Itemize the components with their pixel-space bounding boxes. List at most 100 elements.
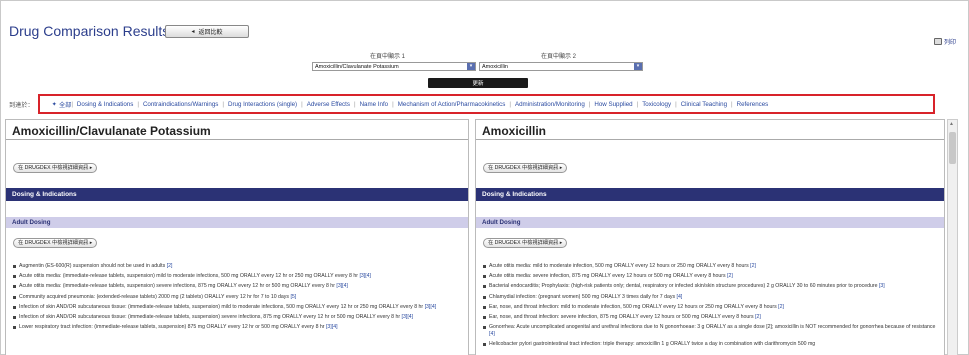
bullet-square-icon [13,265,16,268]
dosing-text: Helicobacter pylori gastrointestinal tra… [489,341,815,348]
dosing-text-body: Lower respiratory tract infection: (imme… [19,324,325,331]
dosing-text-body: Ear, nose, and throat infection: severe … [489,313,754,320]
bullet-square-icon [483,305,486,309]
dosing-text-body: Acute otitis media: (immediate-release t… [19,273,358,280]
dosing-bullet: Augmentin (ES-600(R) suspension should n… [13,263,462,270]
dosing-bullet: Acute otitis media: mild to moderate inf… [483,263,938,270]
reference-link[interactable]: [4] [677,294,683,300]
dosing-bullet: Infection of skin AND/OR subcutaneous ti… [13,304,462,311]
dosing-text: Lower respiratory tract infection: (imme… [19,324,338,331]
dosing-text: Acute otitis media: (immediate-release t… [19,283,348,290]
nav-label: 到達於： [9,101,34,109]
bullet-square-icon [13,295,16,299]
printer-icon [933,38,942,45]
reference-link[interactable]: [2] [727,273,733,279]
dosing-text-body: Community acquired pneumonia: (extended-… [19,293,289,300]
chevron-down-icon: ▾ [634,63,642,70]
reference-link[interactable]: [3][4] [336,283,348,289]
reference-link[interactable]: [3][4] [402,314,414,320]
drug-select-2[interactable]: Amoxicillin ▾ [479,62,643,71]
reference-link[interactable]: [2] [750,263,756,269]
dosing-bullet: Community acquired pneumonia: (extended-… [13,294,462,301]
right-drugdex-detail-button[interactable]: 在 DRUGDEX 中檢視詳細資訊 ▸ [483,162,568,173]
dosing-text-body: Infection of skin AND/OR subcutaneous ti… [19,303,424,310]
bullet-square-icon [13,285,16,289]
dosing-text: Chlamydial infection: (pregnant women) 5… [489,294,682,301]
scroll-thumb[interactable] [949,132,956,164]
dosing-bullet: Infection of skin AND/OR subcutaneous ti… [13,314,462,321]
bullet-square-icon [13,275,16,279]
right-drugdex-detail-button-2[interactable]: 在 DRUGDEX 中檢視詳細資訊 ▸ [483,237,568,248]
left-subsection-adult-dosing: Adult Dosing [6,217,468,228]
dosing-bullet: Acute otitis media: severe infection, 87… [483,273,938,280]
dosing-text: Ear, nose, and throat infection: mild to… [489,304,784,311]
dosing-bullet: Ear, nose, and throat infection: severe … [483,314,938,321]
right-drug-panel: Amoxicillin 在 DRUGDEX 中檢視詳細資訊 ▸ Dosing &… [475,119,945,355]
print-label: 列印 [943,40,956,46]
dosing-text-body: Infection of skin AND/OR subcutaneous ti… [19,313,401,320]
dosing-text: Gonorrhea: Acute uncomplicated anogenita… [489,324,938,337]
dosing-text: Infection of skin AND/OR subcutaneous ti… [19,314,413,321]
bullet-square-icon [483,265,486,268]
bullet-square-icon [483,326,486,330]
right-drug-title: Amoxicillin [476,120,944,140]
back-button-label: 返回比較 [198,30,223,36]
dosing-text: Augmentin (ES-600(R) suspension should n… [19,263,172,270]
left-arrow-icon: ◂ [191,29,195,35]
bullet-square-icon [483,315,486,319]
dosing-text: Infection of skin AND/OR subcutaneous ti… [19,304,436,311]
left-bullet-list: Augmentin (ES-600(R) suspension should n… [6,263,468,331]
reference-link[interactable]: [3][4] [425,304,437,310]
dosing-bullet: Acute otitis media: (immediate-release t… [13,273,462,280]
chevron-down-icon: ▾ [467,63,475,70]
left-drugdex-detail-button[interactable]: 在 DRUGDEX 中檢視詳細資訊 ▸ [13,162,98,173]
dosing-text: Community acquired pneumonia: (extended-… [19,294,296,301]
dosing-text-body: Acute otitis media: (immediate-release t… [19,283,335,290]
dosing-text: Acute otitis media: severe infection, 87… [489,273,733,280]
scroll-up-icon[interactable]: ▲ [949,121,954,127]
dosing-bullet: Gonorrhea: Acute uncomplicated anogenita… [483,324,938,337]
reference-link[interactable]: [2] [778,304,784,310]
dosing-text: Ear, nose, and throat infection: severe … [489,314,761,321]
dosing-bullet: Acute otitis media: (immediate-release t… [13,283,462,290]
update-button[interactable]: 更新 [428,78,528,88]
dosing-bullet: Ear, nose, and throat infection: mild to… [483,304,938,311]
left-drug-panel: Amoxicillin/Clavulanate Potassium 在 DRUG… [5,119,469,355]
right-bullet-list: Acute otitis media: mild to moderate inf… [476,263,944,348]
dosing-bullet: Chlamydial infection: (pregnant women) 5… [483,294,938,301]
dosing-text: Acute otitis media: mild to moderate inf… [489,263,756,270]
reference-link[interactable]: [3] [879,283,885,289]
bullet-square-icon [483,275,486,279]
drug-select-2-value: Amoxicillin [482,64,508,70]
print-link[interactable]: 列印 [933,37,956,46]
dosing-text-body: Acute otitis media: severe infection, 87… [489,273,726,280]
left-drugdex-detail-button-2[interactable]: 在 DRUGDEX 中檢視詳細資訊 ▸ [13,237,98,248]
reference-link[interactable]: [5] [290,294,296,300]
dosing-bullet: Helicobacter pylori gastrointestinal tra… [483,341,938,348]
reference-link[interactable]: [3][4] [359,273,371,279]
scrollbar[interactable]: ▲ [947,119,958,355]
reference-link[interactable]: [3][4] [326,324,338,330]
dosing-text-body: Ear, nose, and throat infection: mild to… [489,303,777,310]
bullet-square-icon [483,295,486,299]
dosing-text-body: Gonorrhea: Acute uncomplicated anogenita… [489,324,936,331]
right-subsection-adult-dosing: Adult Dosing [476,217,944,228]
dosing-text-body: Bacterial endocarditis; Prophylaxis: (hi… [489,283,878,290]
reference-link[interactable]: [2] [167,263,173,269]
back-to-compare-button[interactable]: ◂ 返回比較 [165,25,249,38]
bullet-square-icon [13,305,16,309]
page-title: Drug Comparison Results [9,23,170,39]
bullet-square-icon [13,326,16,330]
bullet-square-icon [483,285,486,289]
drug-select-1[interactable]: Amoxicillin/Clavulanate Potassium ▾ [312,62,476,71]
nav-highlight-box [38,94,935,114]
reference-link[interactable]: [4] [489,331,495,337]
dosing-text: Bacterial endocarditis; Prophylaxis: (hi… [489,283,885,290]
page-frame: Drug Comparison Results ◂ 返回比較 列印 在頁中顯示 … [0,0,969,355]
dosing-text: Acute otitis media: (immediate-release t… [19,273,371,280]
reference-link[interactable]: [2] [755,314,761,320]
right-section-dosing: Dosing & Indications [476,188,944,201]
bullet-square-icon [483,342,486,346]
dosing-bullet: Bacterial endocarditis; Prophylaxis: (hi… [483,283,938,290]
selector-2-label: 在頁中顯示 2 [541,54,577,60]
